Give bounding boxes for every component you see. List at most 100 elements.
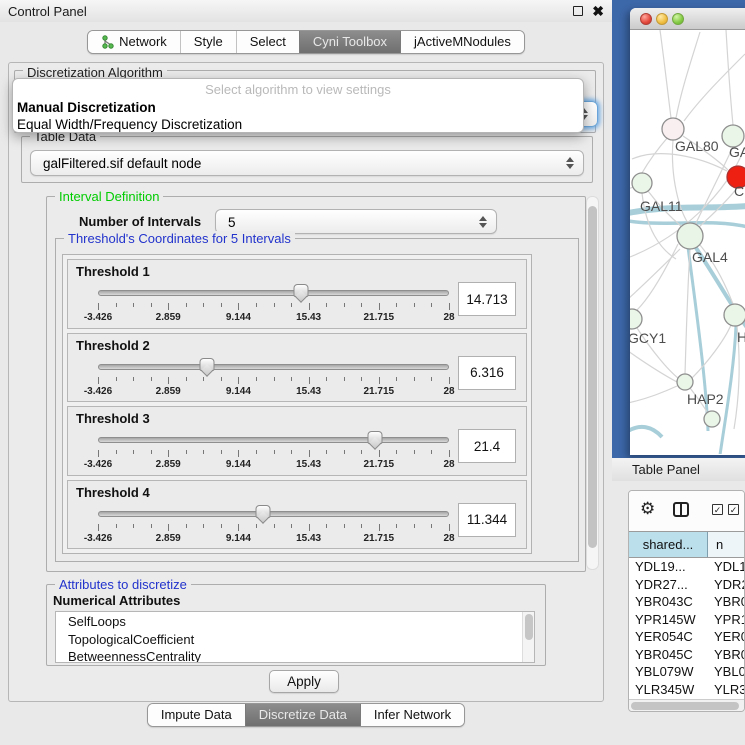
attribute-list-item[interactable]: TopologicalCoefficient [68,631,534,649]
table-cell-name[interactable]: YPR1 [708,611,744,629]
list-scrollbar[interactable] [522,612,534,662]
list-scrollbar-thumb[interactable] [525,614,533,640]
tick-mark [291,303,292,307]
tick-mark [116,303,117,307]
tick-label: 2.859 [156,533,181,544]
network-node-gal11[interactable] [632,173,652,193]
tab-network[interactable]: Network [88,31,180,53]
table-cell-name[interactable]: YBL0 [708,663,744,681]
node-label-hap2: HAP2 [687,391,724,407]
threshold-value-field[interactable]: 11.344 [458,503,516,537]
table-cell-shared-name[interactable]: YDL19... [629,558,708,576]
slider-tick-labels: -3.4262.8599.14415.4321.71528 [98,459,449,471]
tick-mark [98,303,99,310]
network-node[interactable] [704,411,720,427]
network-node-hap2[interactable] [677,374,693,390]
table-horizontal-scrollbar[interactable] [629,699,744,711]
scrollbar-thumb[interactable] [588,206,597,548]
slider-handle[interactable] [199,358,214,379]
apply-button[interactable]: Apply [269,670,339,693]
threshold-slider: -3.4262.8599.14415.4321.71528 [98,358,449,400]
tick-mark [256,377,257,381]
slider-track[interactable] [98,290,449,296]
tick-mark [168,303,169,310]
table-cell-shared-name[interactable]: YDR27... [629,576,708,594]
threshold-value-field[interactable]: 21.4 [458,429,516,463]
table-row[interactable]: YPR145WYPR1 [629,611,744,629]
table-cell-name[interactable]: YBR0 [708,646,744,664]
slider-track[interactable] [98,511,449,517]
tick-mark [98,450,99,457]
table-row[interactable]: YBR043CYBR0 [629,593,744,611]
network-node-gal80[interactable] [662,118,684,140]
table-row[interactable]: YER054CYER0 [629,628,744,646]
tab-select[interactable]: Select [236,31,299,53]
table-header-row: shared... n [629,531,744,558]
float-window-icon[interactable] [573,6,583,16]
network-node-gal4[interactable] [677,223,703,249]
tick-mark [221,450,222,454]
table-cell-shared-name[interactable]: YBR043C [629,593,708,611]
threshold-label: Threshold 1 [76,264,150,279]
table-row[interactable]: YDL19...YDL1 [629,558,744,576]
window-minimize-button[interactable] [656,13,668,25]
network-node-h[interactable] [724,304,745,326]
threshold-value-field[interactable]: 14.713 [458,282,516,316]
tab-style[interactable]: Style [180,31,236,53]
checkbox-icon[interactable]: ✓ [712,504,723,515]
attribute-list-item[interactable]: BetweennessCentrality [68,648,534,663]
threshold-label: Threshold 2 [76,338,150,353]
tick-label: 2.859 [156,386,181,397]
slider-handle[interactable] [255,505,270,526]
table-cell-shared-name[interactable]: YER054C [629,628,708,646]
network-node-gcy1[interactable] [630,309,642,329]
settings-scrollbar[interactable] [586,196,599,570]
tab-infer-network[interactable]: Infer Network [360,704,464,726]
table-panel-title: Table Panel [632,462,700,477]
slider-track[interactable] [98,364,449,370]
table-row[interactable]: YBR045CYBR0 [629,646,744,664]
dropdown-option-equal-width-frequency[interactable]: Equal Width/Frequency Discretization [13,116,583,133]
table-cell-shared-name[interactable]: YLR345W [629,681,708,699]
window-zoom-button[interactable] [672,13,684,25]
table-row[interactable]: YBL079WYBL0 [629,663,744,681]
table-cell-name[interactable]: YLR3 [708,681,744,699]
threshold-panel-1: Threshold 1-3.4262.8599.14415.4321.71528… [67,259,527,329]
table-cell-name[interactable]: YDL1 [708,558,744,576]
column-header-shared-name[interactable]: shared... [629,532,708,557]
scrollbar-thumb[interactable] [631,702,739,710]
tick-label: 28 [443,533,454,544]
close-icon[interactable]: ✖ [592,3,604,19]
slider-handle[interactable] [293,284,308,305]
window-close-button[interactable] [640,13,652,25]
column-header-name[interactable]: n [708,532,744,557]
tab-jactivemnodules[interactable]: jActiveMNodules [400,31,524,53]
slider-handle[interactable] [368,431,383,452]
table-row[interactable]: YLR345WYLR3 [629,681,744,699]
tick-mark [449,524,450,531]
table-cell-shared-name[interactable]: YPR145W [629,611,708,629]
attribute-list-item[interactable]: SelfLoops [68,613,534,631]
table-cell-name[interactable]: YER0 [708,628,744,646]
table-cell-name[interactable]: YBR0 [708,593,744,611]
tick-mark [274,524,275,528]
split-view-icon[interactable] [673,502,689,517]
network-canvas[interactable]: GAL80GACGAL11GAL4GCY1HHAP2 [630,30,745,454]
threshold-value-field[interactable]: 6.316 [458,356,516,390]
table-data-combobox[interactable]: galFiltered.sif default node [30,150,584,176]
table-cell-name[interactable]: YDR2 [708,576,744,594]
table-row[interactable]: YDR27...YDR2 [629,576,744,594]
tick-mark [274,377,275,381]
tab-impute-data[interactable]: Impute Data [148,704,245,726]
checkbox-icon[interactable]: ✓ [728,504,739,515]
slider-track[interactable] [98,437,449,443]
node-label-c: C [734,183,744,199]
table-cell-shared-name[interactable]: YBL079W [629,663,708,681]
tab-cyni-toolbox[interactable]: Cyni Toolbox [299,31,400,53]
tick-mark [186,450,187,454]
threshold-label: Threshold 4 [76,485,150,500]
table-cell-shared-name[interactable]: YBR045C [629,646,708,664]
dropdown-option-manual-discretization[interactable]: Manual Discretization [13,99,583,116]
gear-icon[interactable]: ⚙ [640,500,655,518]
tab-discretize-data[interactable]: Discretize Data [245,704,360,726]
